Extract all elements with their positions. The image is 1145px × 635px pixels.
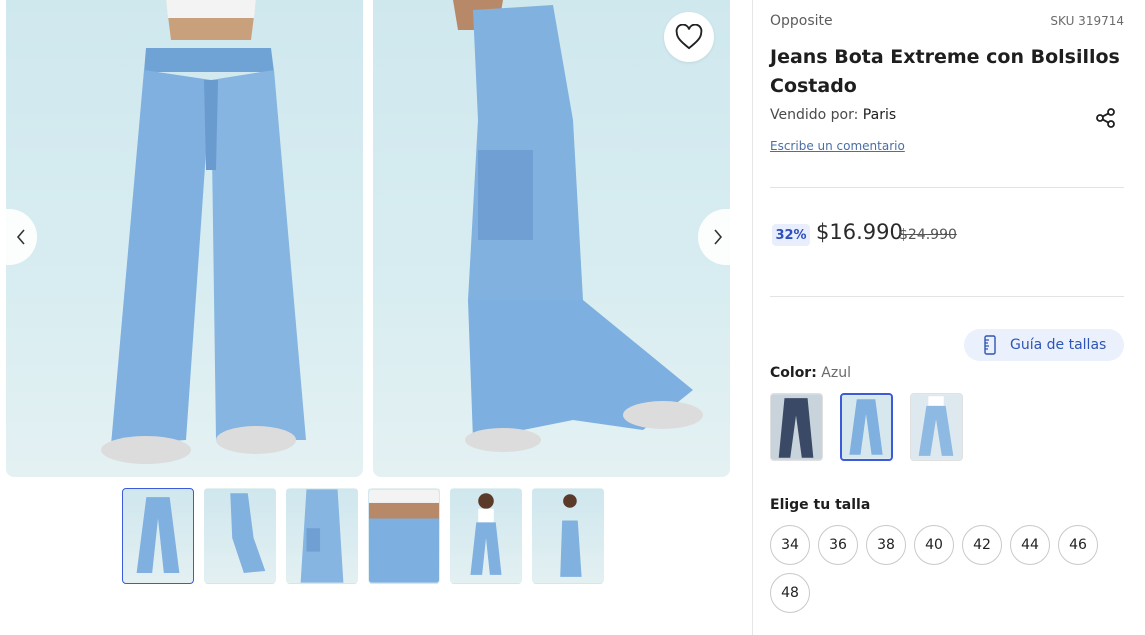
thumbnail-strip: [122, 488, 604, 584]
brand-name[interactable]: Opposite: [770, 13, 833, 29]
original-price: $24.990: [899, 227, 957, 243]
size-guide-button[interactable]: Guía de tallas: [964, 329, 1124, 361]
seller-prefix: Vendido por:: [770, 107, 859, 123]
product-title: Jeans Bota Extreme con Bolsillos Costado: [770, 46, 1120, 97]
size-option-40[interactable]: 40: [914, 525, 954, 565]
chevron-right-icon: [714, 229, 723, 245]
swatch-light-denim[interactable]: [840, 393, 893, 461]
color-swatches: [770, 393, 963, 461]
size-option-34[interactable]: 34: [770, 525, 810, 565]
share-icon: [1096, 108, 1115, 128]
product-gallery: [0, 0, 752, 635]
size-option-46[interactable]: 46: [1058, 525, 1098, 565]
panel-divider: [752, 0, 753, 635]
swatch-light-denim-alt[interactable]: [910, 393, 963, 461]
size-option-36[interactable]: 36: [818, 525, 858, 565]
sku-label: SKU 319714: [1050, 14, 1124, 28]
size-guide-label: Guía de tallas: [1010, 337, 1107, 353]
size-option-42[interactable]: 42: [962, 525, 1002, 565]
divider: [770, 296, 1124, 297]
current-price: $16.990: [816, 220, 903, 244]
thumbnail-2[interactable]: [204, 488, 276, 584]
thumbnail-3[interactable]: [286, 488, 358, 584]
chevron-left-icon: [16, 229, 25, 245]
thumbnail-6[interactable]: [532, 488, 604, 584]
size-option-44[interactable]: 44: [1010, 525, 1050, 565]
product-image-side[interactable]: [373, 0, 730, 477]
thumbnail-4[interactable]: [368, 488, 440, 584]
size-section-label: Elige tu talla: [770, 497, 871, 513]
size-option-48[interactable]: 48: [770, 573, 810, 613]
swatch-dark-denim[interactable]: [770, 393, 823, 461]
thumbnail-5[interactable]: [450, 488, 522, 584]
seller-info: Vendido por: Paris: [770, 107, 896, 123]
size-options: 34 36 38 40 42 44 46 48: [770, 525, 1124, 613]
favorite-button[interactable]: [664, 12, 714, 62]
write-review-link[interactable]: Escribe un comentario: [770, 139, 905, 153]
heart-icon: [675, 24, 703, 50]
divider: [770, 187, 1124, 188]
color-selection-label: Color: Azul: [770, 365, 851, 381]
color-label: Color:: [770, 365, 817, 381]
discount-badge: 32%: [772, 224, 810, 246]
share-button[interactable]: [1095, 107, 1117, 129]
color-value: Azul: [821, 365, 851, 381]
ruler-icon: [984, 335, 996, 355]
size-option-38[interactable]: 38: [866, 525, 906, 565]
seller-name: Paris: [862, 107, 897, 123]
product-image-front[interactable]: [6, 0, 363, 477]
thumbnail-1[interactable]: [122, 488, 194, 584]
